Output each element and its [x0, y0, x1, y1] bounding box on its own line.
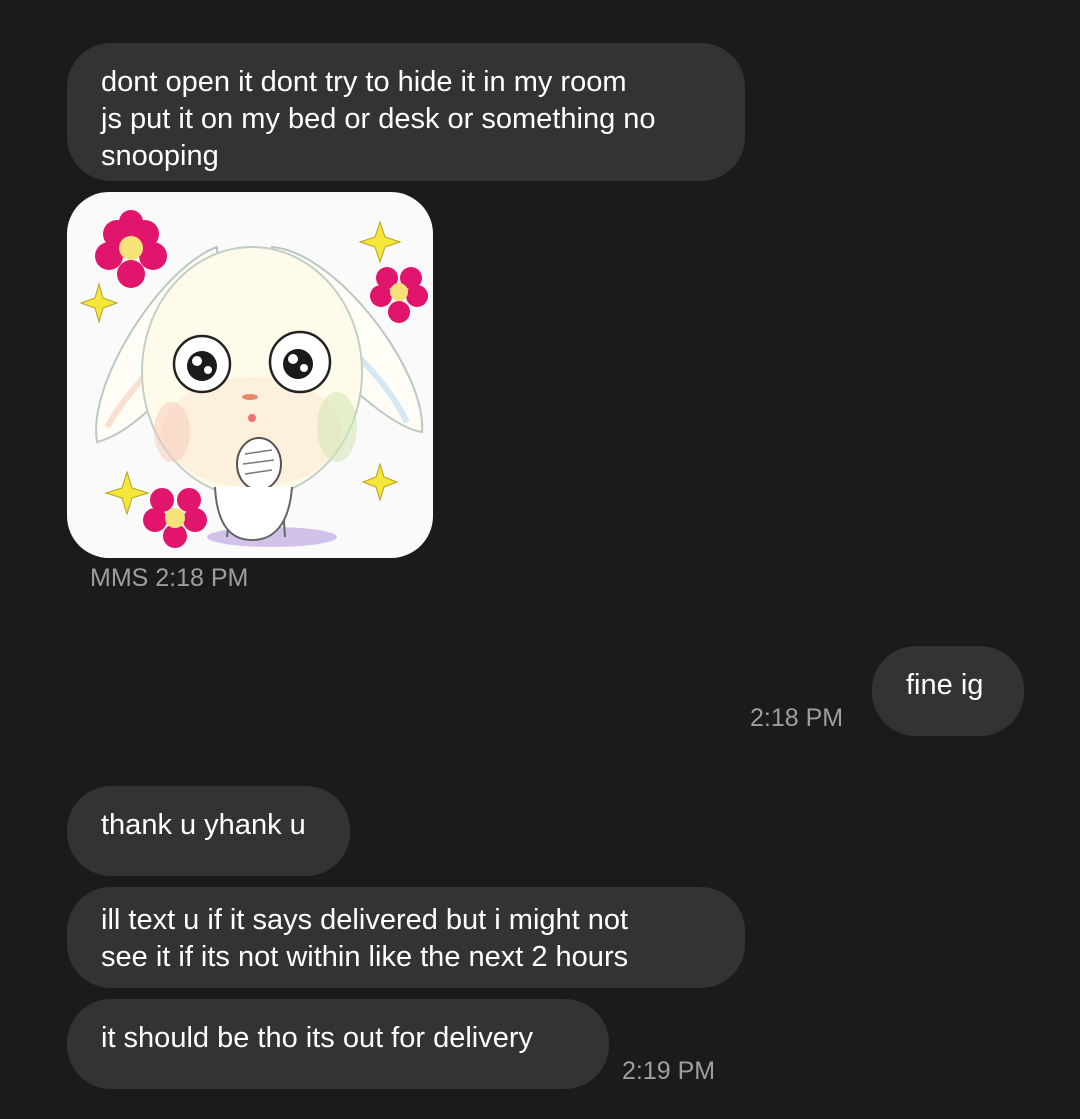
message-bubble[interactable]: thank u yhank u — [67, 786, 350, 876]
message-line: ill text u if it says delivered but i mi… — [101, 904, 629, 936]
message-bubble[interactable]: fine ig — [872, 646, 1024, 736]
message-bubble[interactable]: ill text u if it says delivered but i mi… — [67, 887, 745, 988]
message-line: it should be tho its out for delivery — [101, 1022, 534, 1054]
message-line: fine ig — [906, 669, 984, 701]
message-timestamp: 2:18 PM — [750, 704, 844, 732]
bunny-sticker-icon — [79, 210, 428, 548]
message-line: js put it on my bed or desk or something… — [101, 103, 656, 135]
message-line: snooping — [101, 140, 219, 172]
message-bubble[interactable]: dont open it dont try to hide it in my r… — [67, 43, 745, 181]
sticker-image[interactable] — [67, 192, 433, 558]
message-meta: MMS 2:18 PM — [90, 564, 249, 592]
message-line: thank u yhank u — [101, 809, 306, 841]
message-line: dont open it dont try to hide it in my r… — [101, 66, 627, 98]
message-line: see it if its not within like the next 2… — [101, 941, 629, 973]
message-timestamp: 2:19 PM — [622, 1057, 716, 1085]
message-bubble[interactable]: it should be tho its out for delivery — [67, 999, 609, 1089]
